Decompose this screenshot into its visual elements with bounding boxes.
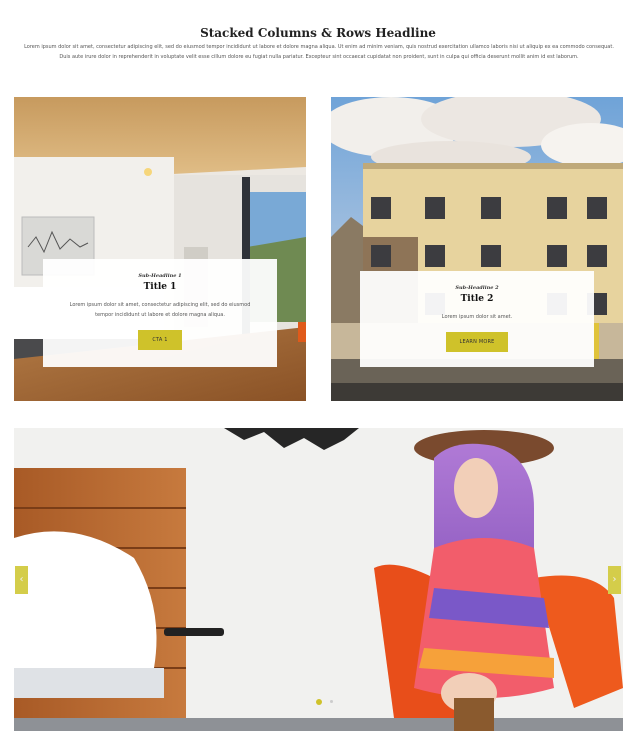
cta-1-button[interactable]: CTA 1 bbox=[138, 330, 182, 350]
slider-next-button[interactable]: › bbox=[608, 566, 621, 594]
slider-prev-button[interactable]: ‹ bbox=[15, 566, 28, 594]
slider-dot-2[interactable] bbox=[330, 700, 334, 703]
card-1-overlay: Sub-Headline 1 Title 1 Lorem ipsum dolor… bbox=[43, 259, 277, 367]
card-2-overlay: Sub-Headline 2 Title 2 Lorem ipsum dolor… bbox=[360, 271, 594, 367]
page: Stacked Columns & Rows Headline Lorem ip… bbox=[0, 0, 636, 739]
slider-dot-1[interactable] bbox=[316, 698, 322, 705]
slider-pagination bbox=[316, 691, 336, 710]
learn-more-button[interactable]: LEARN MORE bbox=[446, 332, 508, 352]
card-1: Sub-Headline 1 Title 1 Lorem ipsum dolor… bbox=[14, 97, 306, 401]
image-slider[interactable] bbox=[14, 428, 623, 731]
card-2-body: Lorem ipsum dolor sit amet. bbox=[441, 314, 513, 320]
chevron-left-icon: ‹ bbox=[19, 574, 24, 585]
intro-paragraph: Lorem ipsum dolor sit amet, consectetur … bbox=[24, 44, 614, 60]
card-1-body: Lorem ipsum dolor sit amet, consectetur … bbox=[69, 302, 251, 318]
page-headline: Stacked Columns & Rows Headline bbox=[200, 26, 436, 40]
card-2-title: Title 2 bbox=[460, 294, 494, 304]
chevron-right-icon: › bbox=[612, 574, 617, 585]
slide-image bbox=[14, 428, 623, 731]
card-2-subheadline: Sub-Headline 2 bbox=[455, 285, 499, 291]
card-2: Sub-Headline 2 Title 2 Lorem ipsum dolor… bbox=[331, 97, 623, 401]
card-1-subheadline: Sub-Headline 1 bbox=[138, 273, 182, 279]
card-1-title: Title 1 bbox=[143, 282, 177, 292]
